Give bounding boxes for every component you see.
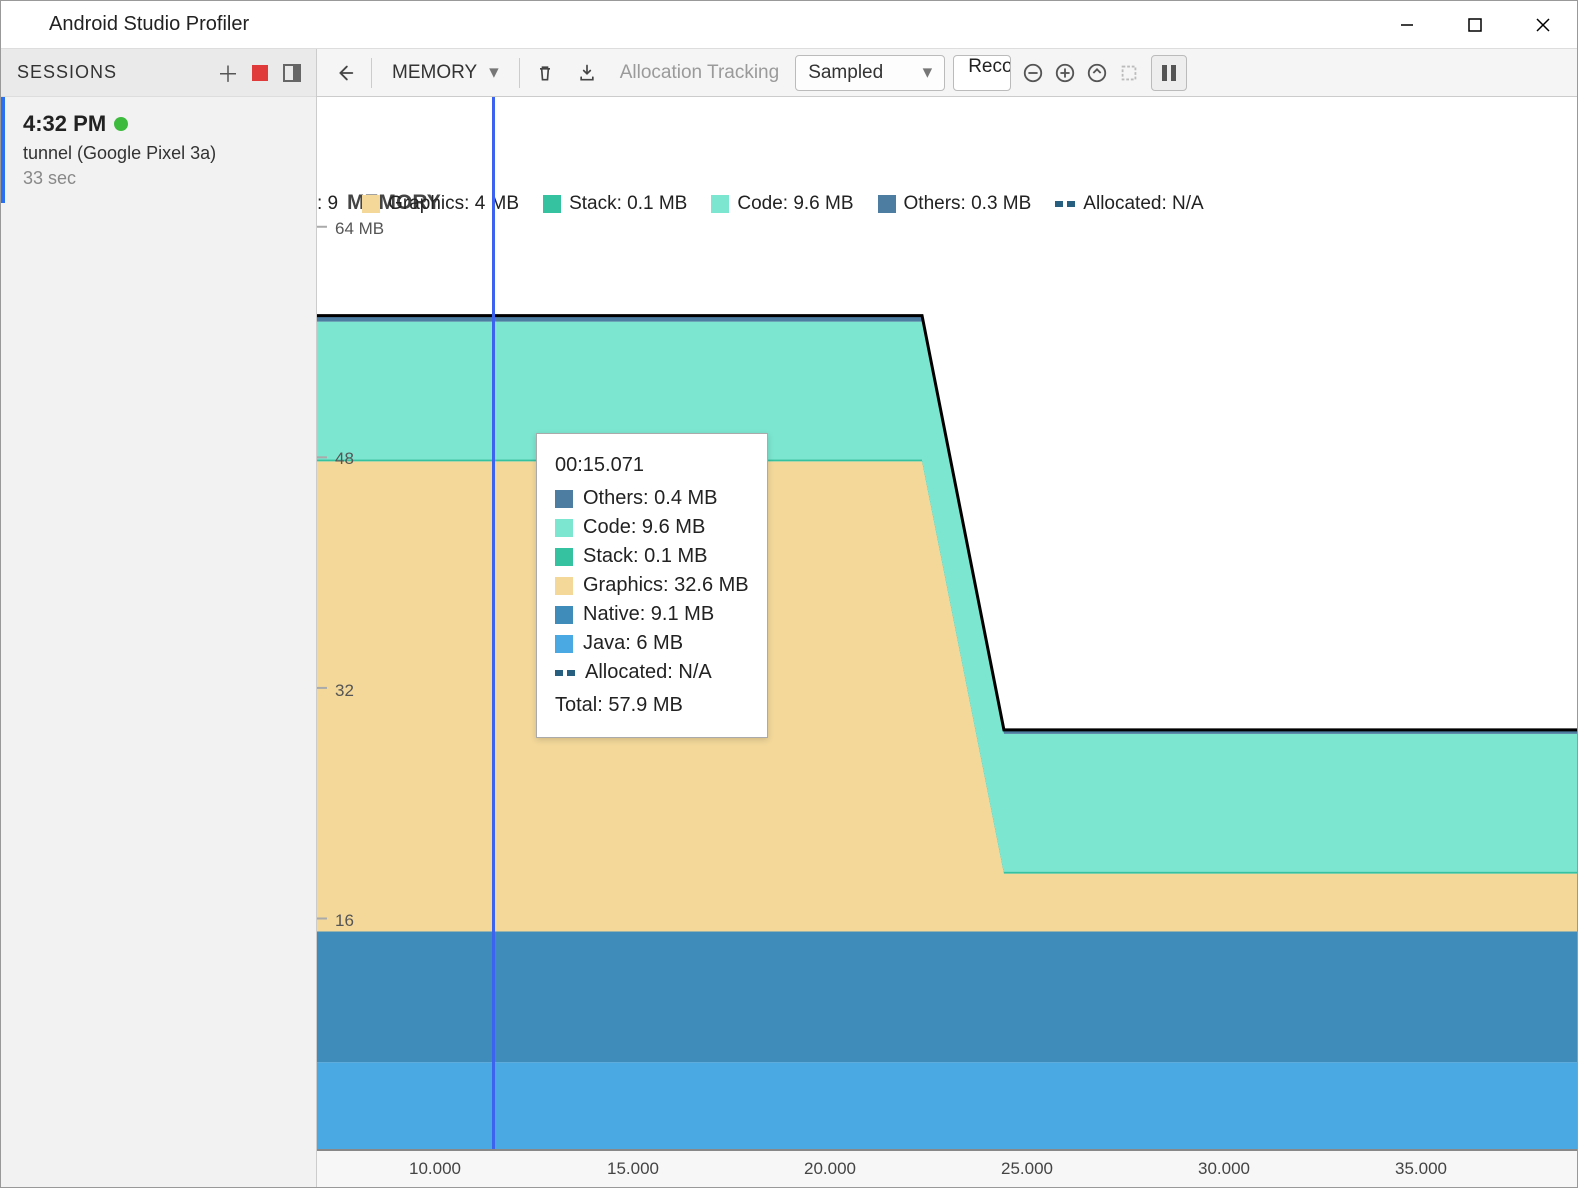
tooltip-allocated: Allocated: N/A: [585, 661, 712, 684]
zoom-in-button[interactable]: [1051, 59, 1079, 87]
zoom-out-icon: [1022, 62, 1044, 84]
titlebar: Android Studio Profiler: [1, 1, 1577, 49]
tooltip-time: 00:15.071: [555, 454, 644, 477]
x-tick: 25.000: [1001, 1159, 1053, 1179]
tooltip-stack-swatch: [555, 548, 573, 566]
tooltip-graphics: Graphics: 32.6 MB: [583, 574, 749, 597]
memory-chart[interactable]: MEMORY : 9 Graphics: 4 MB Stack: 0.1 MB …: [317, 97, 1577, 1187]
tooltip-others-swatch: [555, 490, 573, 508]
pause-live-button[interactable]: [1151, 55, 1187, 91]
separator: [519, 58, 520, 88]
legend-cutoff: : 9: [317, 193, 338, 215]
zoom-reset-icon: [1086, 62, 1108, 84]
x-tick: 20.000: [804, 1159, 856, 1179]
zoom-selection-button[interactable]: [1115, 59, 1143, 87]
close-button[interactable]: [1509, 1, 1577, 49]
session-duration: 33 sec: [23, 168, 298, 189]
zoom-in-icon: [1054, 62, 1076, 84]
session-time-row: 4:32 PM: [23, 111, 298, 137]
tooltip-stack: Stack: 0.1 MB: [583, 545, 708, 568]
allocation-tracking-label: Allocation Tracking: [612, 62, 787, 84]
plus-icon: ＋: [217, 57, 239, 89]
session-app: tunnel (Google Pixel 3a): [23, 143, 298, 164]
x-axis: 10.000 15.000 20.000 25.000 30.000 35.00…: [317, 1149, 1577, 1187]
chevron-down-icon: ▾: [923, 61, 933, 84]
memory-chart-svg: [317, 97, 1577, 1187]
x-tick: 30.000: [1198, 1159, 1250, 1179]
y-tick-32: 32: [335, 681, 354, 701]
legend-others: Others: 0.3 MB: [904, 193, 1032, 215]
tooltip-native: Native: 9.1 MB: [583, 603, 714, 626]
y-tick-48: 48: [335, 449, 354, 469]
tooltip-total: Total: 57.9 MB: [555, 694, 683, 717]
maximize-button[interactable]: [1441, 1, 1509, 49]
y-tick-16: 16: [335, 911, 354, 931]
record-button[interactable]: Record: [953, 55, 1011, 91]
tooltip-java: Java: 6 MB: [583, 632, 683, 655]
arrow-left-icon: [334, 62, 356, 84]
x-tick: 35.000: [1395, 1159, 1447, 1179]
stop-icon: [252, 65, 268, 81]
back-button[interactable]: [327, 56, 363, 90]
allocation-tracking-dropdown[interactable]: Sampled ▾: [795, 55, 945, 91]
legend-code-swatch: [711, 195, 729, 213]
legend-graphics-swatch: [362, 195, 380, 213]
legend-others-swatch: [878, 195, 896, 213]
zoom-reset-button[interactable]: [1083, 59, 1111, 87]
tooltip-code-swatch: [555, 519, 573, 537]
x-tick: 15.000: [607, 1159, 659, 1179]
main-panel: MEMORY ▾ Allocation Tracking Sampled ▾ R…: [317, 49, 1577, 1187]
allocation-tracking-value: Sampled: [808, 62, 910, 84]
tooltip-native-swatch: [555, 606, 573, 624]
tooltip-others: Others: 0.4 MB: [583, 487, 718, 510]
sessions-title: SESSIONS: [17, 62, 212, 83]
tooltip-allocated-swatch: [555, 664, 575, 682]
chart-cursor[interactable]: [492, 97, 495, 1187]
legend-graphics: Graphics: 4 MB: [388, 193, 519, 215]
x-tick: 10.000: [409, 1159, 461, 1179]
legend-stack-swatch: [543, 195, 561, 213]
minimize-button[interactable]: [1373, 1, 1441, 49]
session-active-indicator: [114, 117, 128, 131]
profiler-type-dropdown[interactable]: MEMORY ▾: [380, 55, 511, 91]
zoom-controls: [1019, 59, 1143, 87]
add-session-button[interactable]: ＋: [212, 57, 244, 89]
import-icon: [577, 63, 597, 83]
profiler-type-label: MEMORY: [392, 62, 477, 84]
session-time: 4:32 PM: [23, 111, 106, 137]
tooltip-graphics-swatch: [555, 577, 573, 595]
sessions-layout-button[interactable]: [276, 57, 308, 89]
session-entry[interactable]: 4:32 PM tunnel (Google Pixel 3a) 33 sec: [1, 97, 316, 203]
legend-allocated-swatch: [1055, 195, 1075, 213]
pause-icon: [1162, 65, 1176, 81]
separator: [371, 58, 372, 88]
tooltip-java-swatch: [555, 635, 573, 653]
legend-code: Code: 9.6 MB: [737, 193, 853, 215]
memory-legend: : 9 Graphics: 4 MB Stack: 0.1 MB Code: 9…: [317, 193, 1567, 215]
zoom-out-button[interactable]: [1019, 59, 1047, 87]
window-title: Android Studio Profiler: [1, 13, 249, 36]
sessions-header: SESSIONS ＋: [1, 49, 316, 97]
zoom-selection-icon: [1118, 62, 1140, 84]
legend-stack: Stack: 0.1 MB: [569, 193, 687, 215]
tooltip-code: Code: 9.6 MB: [583, 516, 705, 539]
panel-icon: [282, 63, 302, 83]
sessions-panel: SESSIONS ＋ 4:32 PM tunnel (Google Pixel …: [1, 49, 317, 1187]
y-tick-64: 64 MB: [335, 219, 384, 239]
force-gc-button[interactable]: [528, 56, 562, 90]
chart-tooltip: 00:15.071 Others: 0.4 MB Code: 9.6 MB St…: [536, 433, 768, 738]
record-label: Record: [968, 56, 1011, 77]
profiler-toolbar: MEMORY ▾ Allocation Tracking Sampled ▾ R…: [317, 49, 1577, 97]
stop-session-button[interactable]: [244, 57, 276, 89]
trash-icon: [535, 63, 555, 83]
legend-allocated: Allocated: N/A: [1083, 193, 1203, 215]
chevron-down-icon: ▾: [489, 61, 499, 84]
dump-heap-button[interactable]: [570, 56, 604, 90]
